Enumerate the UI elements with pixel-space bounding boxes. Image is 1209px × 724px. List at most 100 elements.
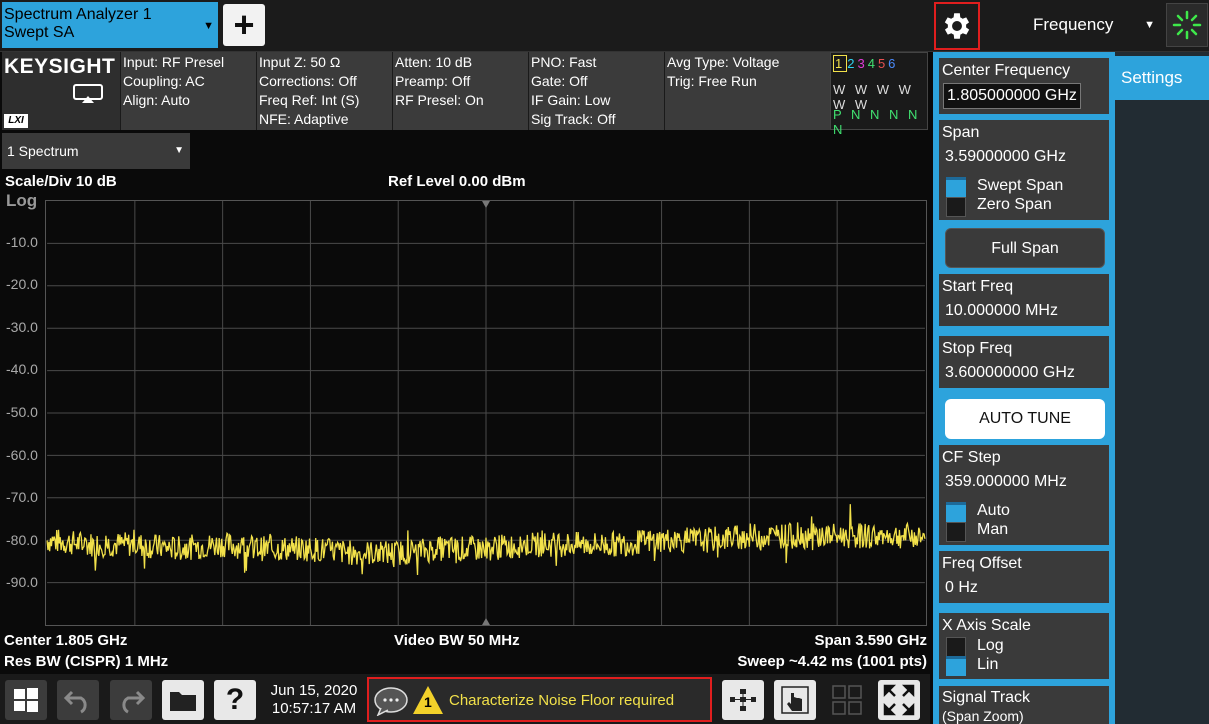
info-atten-column[interactable]: Atten: 10 dB Preamp: Off RF Presel: On [392, 52, 528, 130]
trace-detector-row: P N N N N N [833, 107, 921, 137]
swept-span-radio[interactable] [946, 177, 966, 197]
radio-label: Lin [977, 656, 999, 673]
add-screen-button[interactable]: + [223, 4, 265, 46]
cf-step-control[interactable]: CF Step 359.000000 MHz Auto Man [939, 445, 1109, 545]
y-axis-tick-label: -50.0 [6, 404, 38, 420]
warning-count: 1 [424, 694, 432, 710]
info-text: Input: RF Presel [123, 54, 225, 70]
x-axis-log-radio[interactable] [946, 637, 966, 657]
freq-offset-control[interactable]: Freq Offset 0 Hz [939, 551, 1109, 603]
info-avg-column[interactable]: Avg Type: Voltage Trig: Free Run [664, 52, 830, 130]
control-subtitle: (Span Zoom) [942, 708, 1024, 724]
info-text: Coupling: AC [123, 73, 205, 89]
trace-number[interactable]: 3 [857, 56, 867, 71]
x-axis-lin-radio[interactable] [946, 656, 966, 676]
radio-label: Auto [977, 502, 1010, 519]
control-title: Span [942, 124, 980, 141]
stop-freq-control[interactable]: Stop Freq 3.600000000 GHz [939, 336, 1109, 388]
cf-step-auto-radio[interactable] [946, 502, 966, 522]
dropdown-arrow-icon: ▼ [1144, 19, 1155, 31]
video-bw-annotation[interactable]: Video BW 50 MHz [394, 632, 520, 649]
sweep-annotation[interactable]: Sweep ~4.42 ms (1001 pts) [737, 653, 927, 670]
scale-per-div[interactable]: Scale/Div 10 dB [5, 173, 117, 190]
info-text: Avg Type: Voltage [667, 54, 780, 70]
center-frequency-control[interactable]: Center Frequency 1.805000000 GHz [939, 58, 1109, 114]
info-input-z-column[interactable]: Input Z: 50 Ω Corrections: Off Freq Ref:… [256, 52, 392, 130]
trace-number[interactable]: 2 [847, 56, 857, 71]
status-message-text[interactable]: Characterize Noise Floor required [449, 692, 674, 709]
dropdown-arrow-icon: ▼ [203, 20, 214, 32]
date: Jun 15, 2020 [270, 682, 358, 699]
trace-number[interactable]: 1 [833, 55, 848, 72]
info-input-column[interactable]: Input: RF Presel Coupling: AC Align: Aut… [120, 52, 256, 130]
info-text: Freq Ref: Int (S) [259, 92, 360, 108]
info-text: IF Gain: Low [531, 92, 611, 108]
measurement-name: Swept SA [4, 24, 75, 41]
info-text: Sig Track: Off [531, 111, 616, 127]
block-diagram-button[interactable] [722, 680, 764, 720]
center-frequency-input[interactable]: 1.805000000 GHz [943, 83, 1081, 109]
x-axis-scale-control[interactable]: X Axis Scale Log Lin [939, 613, 1109, 679]
side-tab-strip [1115, 52, 1209, 724]
stop-freq-value[interactable]: 3.600000000 GHz [945, 364, 1075, 382]
menu-panel-selector[interactable]: Frequency ▼ [1003, 0, 1163, 50]
span-control[interactable]: Span 3.59000000 GHz Swept Span Zero Span [939, 120, 1109, 220]
control-title: X Axis Scale [942, 617, 1031, 634]
measurement-app-selector[interactable]: Spectrum Analyzer 1 Swept SA ▼ [2, 2, 218, 48]
res-bw-annotation[interactable]: Res BW (CISPR) 1 MHz [4, 653, 168, 670]
trace-number[interactable]: 5 [878, 56, 888, 71]
radio-label: Log [977, 637, 1004, 654]
cf-step-value[interactable]: 359.000000 MHz [945, 473, 1067, 491]
freq-offset-value[interactable]: 0 Hz [945, 579, 978, 597]
undo-button[interactable] [57, 680, 99, 720]
window-selector-label: 1 Spectrum [7, 143, 79, 159]
start-freq-value[interactable]: 10.000000 MHz [945, 302, 1058, 320]
auto-tune-button[interactable]: AUTO TUNE [945, 399, 1105, 439]
tab-settings[interactable]: Settings [1115, 56, 1209, 100]
keysight-logo: KEYSIGHT [4, 55, 116, 78]
sweep-status-button[interactable] [1166, 3, 1208, 47]
spectrum-plot[interactable] [45, 200, 927, 626]
window-selector[interactable]: 1 Spectrum ▼ [2, 133, 190, 169]
info-pno-column[interactable]: PNO: Fast Gate: Off IF Gain: Low Sig Tra… [528, 52, 664, 130]
log-scale-label: Log [6, 191, 38, 210]
windows-icon [14, 688, 38, 712]
settings-button[interactable] [934, 2, 980, 50]
cast-screen-icon[interactable] [72, 83, 104, 105]
menu-title: Frequency [1033, 15, 1114, 34]
windows-start-button[interactable] [5, 680, 47, 720]
start-freq-control[interactable]: Start Freq 10.000000 MHz [939, 274, 1109, 326]
trace-number[interactable]: 4 [868, 56, 878, 71]
touch-icon [781, 686, 809, 714]
file-button[interactable] [162, 680, 204, 720]
cf-step-man-radio[interactable] [946, 522, 966, 542]
info-text: Atten: 10 dB [395, 54, 473, 70]
help-icon: ? [225, 683, 245, 716]
busy-spinner-icon [1172, 10, 1202, 40]
control-title: Center Frequency [942, 62, 1071, 79]
span-value[interactable]: 3.59000000 GHz [945, 148, 1066, 166]
help-button[interactable]: ? [214, 680, 256, 720]
y-axis-tick-label: -70.0 [6, 489, 38, 506]
zoom-full-screen-button[interactable] [878, 680, 920, 720]
block-diagram-icon [730, 689, 756, 711]
message-bubble-icon[interactable] [373, 686, 409, 716]
ref-level[interactable]: Ref Level 0.00 dBm [388, 173, 526, 190]
zero-span-radio[interactable] [946, 197, 966, 217]
redo-button[interactable] [110, 680, 152, 720]
control-title: CF Step [942, 449, 1001, 466]
control-title: Freq Offset [942, 555, 1022, 572]
span-annotation[interactable]: Span 3.590 GHz [814, 632, 927, 649]
gear-icon [944, 13, 970, 39]
control-title: Signal Track [942, 689, 1031, 706]
touch-on-off-button[interactable] [774, 680, 816, 720]
full-span-button[interactable]: Full Span [945, 228, 1105, 268]
trace-number[interactable]: 6 [888, 56, 898, 71]
dropdown-arrow-icon: ▼ [174, 145, 184, 156]
signal-track-control[interactable]: Signal Track (Span Zoom) [939, 686, 1109, 724]
center-freq-annotation[interactable]: Center 1.805 GHz [4, 632, 127, 649]
info-text: Preamp: Off [395, 73, 471, 89]
info-text: Input Z: 50 Ω [259, 54, 341, 70]
trace-indicator-panel[interactable]: 1 23456 W W W W W W P N N N N N [830, 52, 928, 137]
multi-window-button[interactable] [826, 680, 868, 720]
